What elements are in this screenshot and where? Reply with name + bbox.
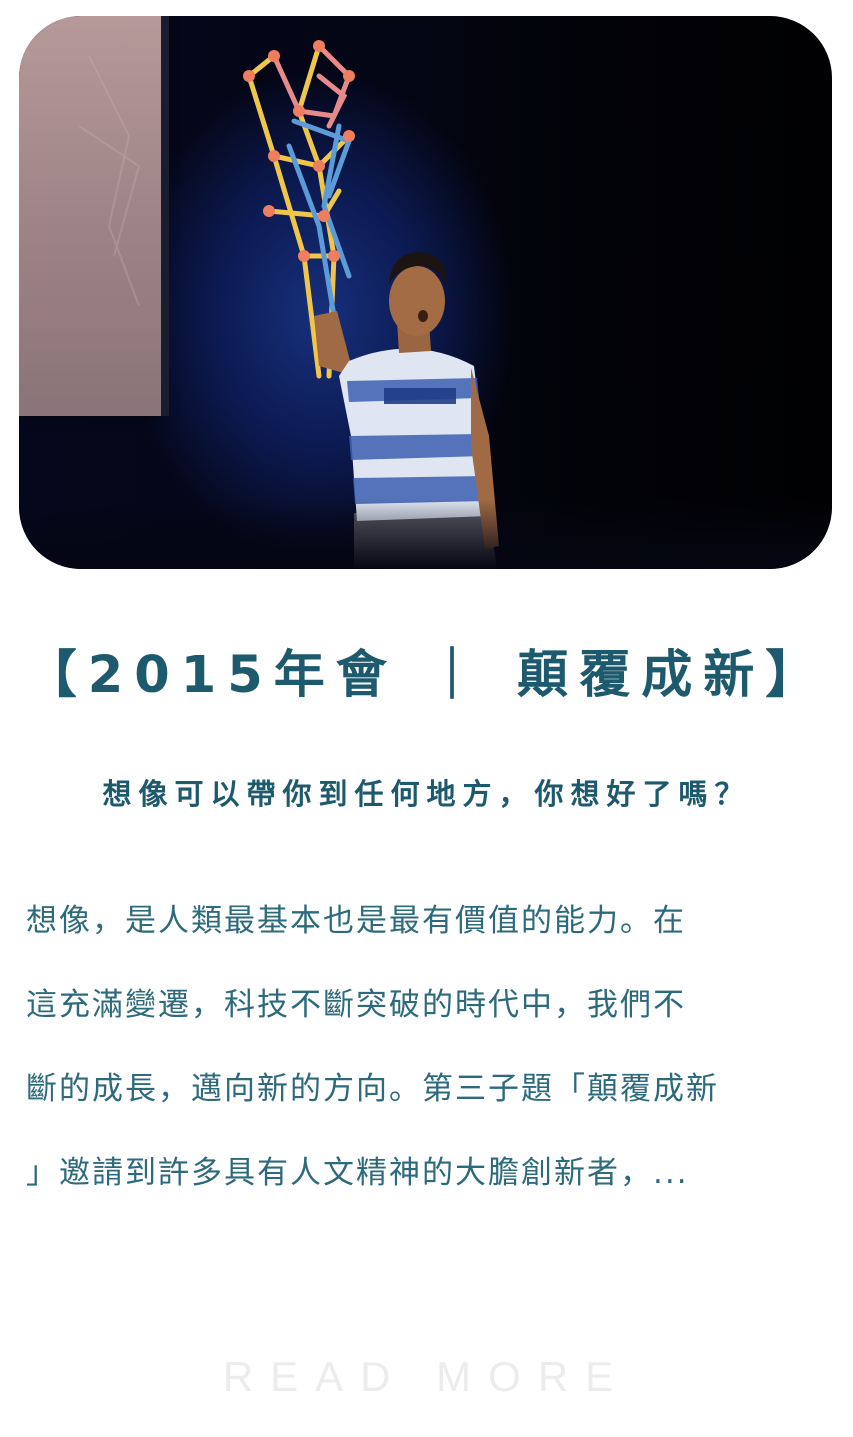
read-more-link[interactable]: READ MORE [0, 1356, 853, 1398]
excerpt-line: 這充滿變遷，科技不斷突破的時代中，我們不 [26, 987, 686, 1023]
article-card[interactable]: 【2015年會 ｜ 顛覆成新】 想像可以帶你到任何地方，你想好了嗎？ 想像，是人… [0, 0, 853, 1437]
stage-floor [19, 499, 832, 569]
stage-scene [78, 40, 499, 569]
article-photo[interactable] [19, 16, 832, 569]
article-title[interactable]: 【2015年會 ｜ 顛覆成新】 [0, 650, 853, 701]
excerpt-line: 想像，是人類最基本也是最有價值的能力。在 [26, 903, 686, 939]
excerpt-line: 斷的成長，邁向新的方向。第三子題「顛覆成新 [26, 1071, 719, 1107]
article-subtitle: 想像可以帶你到任何地方，你想好了嗎？ [102, 777, 751, 811]
article-excerpt: 想像，是人類最基本也是最有價值的能力。在 這充滿變遷，科技不斷突破的時代中，我們… [26, 895, 838, 1231]
excerpt-line: 」邀請到許多具有人文精神的大膽創新者，... [26, 1155, 689, 1191]
